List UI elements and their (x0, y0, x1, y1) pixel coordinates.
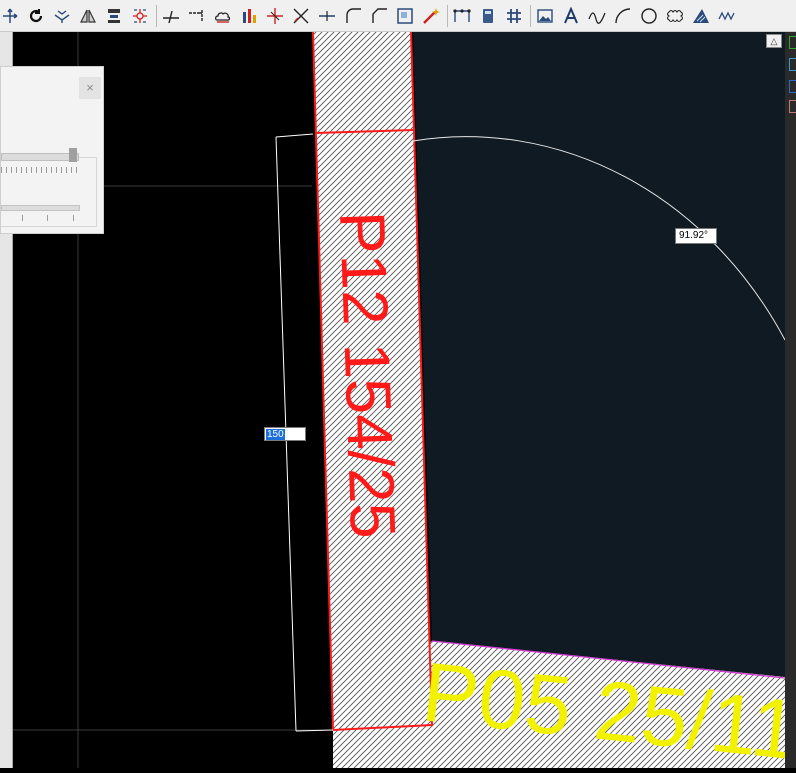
inner-area (413, 32, 785, 677)
text-icon[interactable] (561, 5, 581, 27)
chamfer-icon[interactable] (369, 5, 389, 27)
right-edge-strip (785, 32, 796, 768)
slider-ticks (1, 167, 77, 173)
viewport-maximize-button[interactable]: △ (766, 34, 782, 48)
slider-track[interactable] (1, 153, 79, 161)
region-icon[interactable] (395, 5, 415, 27)
toolbar (0, 0, 796, 32)
grid-icon[interactable] (504, 5, 524, 27)
viewport-chip-red[interactable] (789, 100, 796, 113)
align-icon[interactable] (104, 5, 124, 27)
dimension-icon[interactable] (239, 5, 259, 27)
hatch-icon[interactable] (691, 5, 711, 27)
floating-panel: × (0, 66, 104, 234)
viewport-chip-green[interactable] (789, 36, 796, 49)
close-button[interactable]: × (79, 77, 101, 99)
viewport-chip-blue[interactable] (789, 80, 796, 93)
angle-tooltip: 91.92° (675, 228, 717, 244)
arc-icon[interactable] (613, 5, 633, 27)
polyline-edit-icon[interactable] (452, 5, 472, 27)
toolbar-separator (530, 4, 531, 27)
rotate-icon[interactable] (26, 5, 46, 27)
wave-icon[interactable] (717, 5, 737, 27)
drawing-canvas[interactable]: P12 154/25 P05 25/11 (13, 31, 796, 773)
extend-icon[interactable] (187, 5, 207, 27)
viewport-chip-cyan[interactable] (789, 58, 796, 71)
trim-icon[interactable] (161, 5, 181, 27)
circle-icon[interactable] (639, 5, 659, 27)
image-icon[interactable] (535, 5, 555, 27)
toolbar-separator (447, 4, 448, 27)
cross-icon[interactable] (265, 5, 285, 27)
magic-wand-icon[interactable] (421, 5, 441, 27)
mirror-icon[interactable] (78, 5, 98, 27)
cloud-icon[interactable] (213, 5, 233, 27)
slider-track-secondary[interactable] (1, 205, 80, 211)
move-icon[interactable] (0, 5, 20, 27)
dimension-input[interactable]: 150 (264, 427, 306, 441)
revision-cloud-icon[interactable] (665, 5, 685, 27)
drawing-svg: P12 154/25 P05 25/11 (13, 31, 796, 773)
spline-icon[interactable] (587, 5, 607, 27)
fillet-icon[interactable] (343, 5, 363, 27)
array-icon[interactable] (130, 5, 150, 27)
split-icon[interactable] (317, 5, 337, 27)
offset-icon[interactable] (52, 5, 72, 27)
p12-label: P12 154/25 (326, 210, 409, 540)
dimension-input-value[interactable]: 150 (266, 429, 285, 440)
x-icon[interactable] (291, 5, 311, 27)
block-icon[interactable] (478, 5, 498, 27)
toolbar-separator (156, 4, 157, 27)
slider-thumb[interactable] (69, 148, 77, 162)
